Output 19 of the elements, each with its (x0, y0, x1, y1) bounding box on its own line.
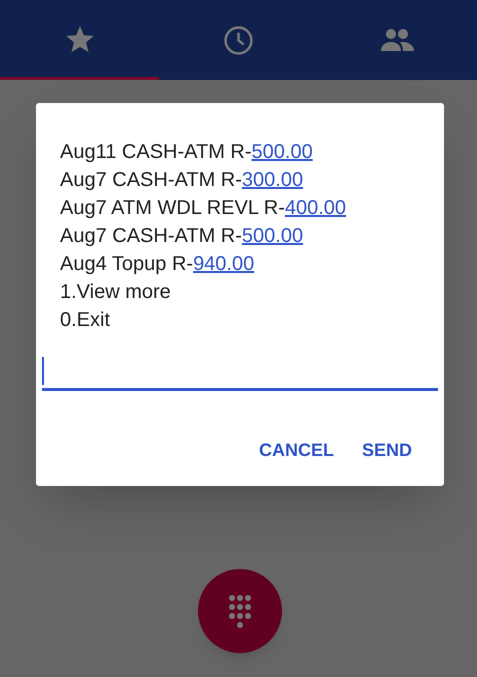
message-text: Aug7 ATM WDL REVL R- (60, 197, 285, 219)
text-cursor (42, 357, 44, 385)
amount-link[interactable]: 300.00 (242, 169, 304, 191)
menu-option-text: 1.View more (60, 280, 172, 305)
message-text: Aug11 CASH-ATM R- (60, 141, 252, 163)
dialpad-icon (229, 594, 251, 628)
message-text: Aug4 Topup R- (60, 253, 194, 275)
amount-link[interactable]: 400.00 (284, 197, 346, 219)
amount-link[interactable]: 500.00 (252, 141, 313, 163)
clock-icon (223, 24, 254, 56)
dialog-button[interactable]: SEND (354, 429, 420, 472)
message-text: Aug7 CASH-ATM R- (60, 225, 242, 247)
people-icon (381, 29, 414, 51)
amount-link[interactable]: 940.00 (193, 253, 254, 275)
dialog-button[interactable]: CANCEL (250, 429, 342, 472)
amount-link[interactable]: 500.00 (242, 225, 304, 247)
message-text: Aug7 CASH-ATM R- (60, 169, 242, 191)
star-icon (64, 26, 94, 54)
menu-option-text: 0.Exit (60, 308, 112, 333)
